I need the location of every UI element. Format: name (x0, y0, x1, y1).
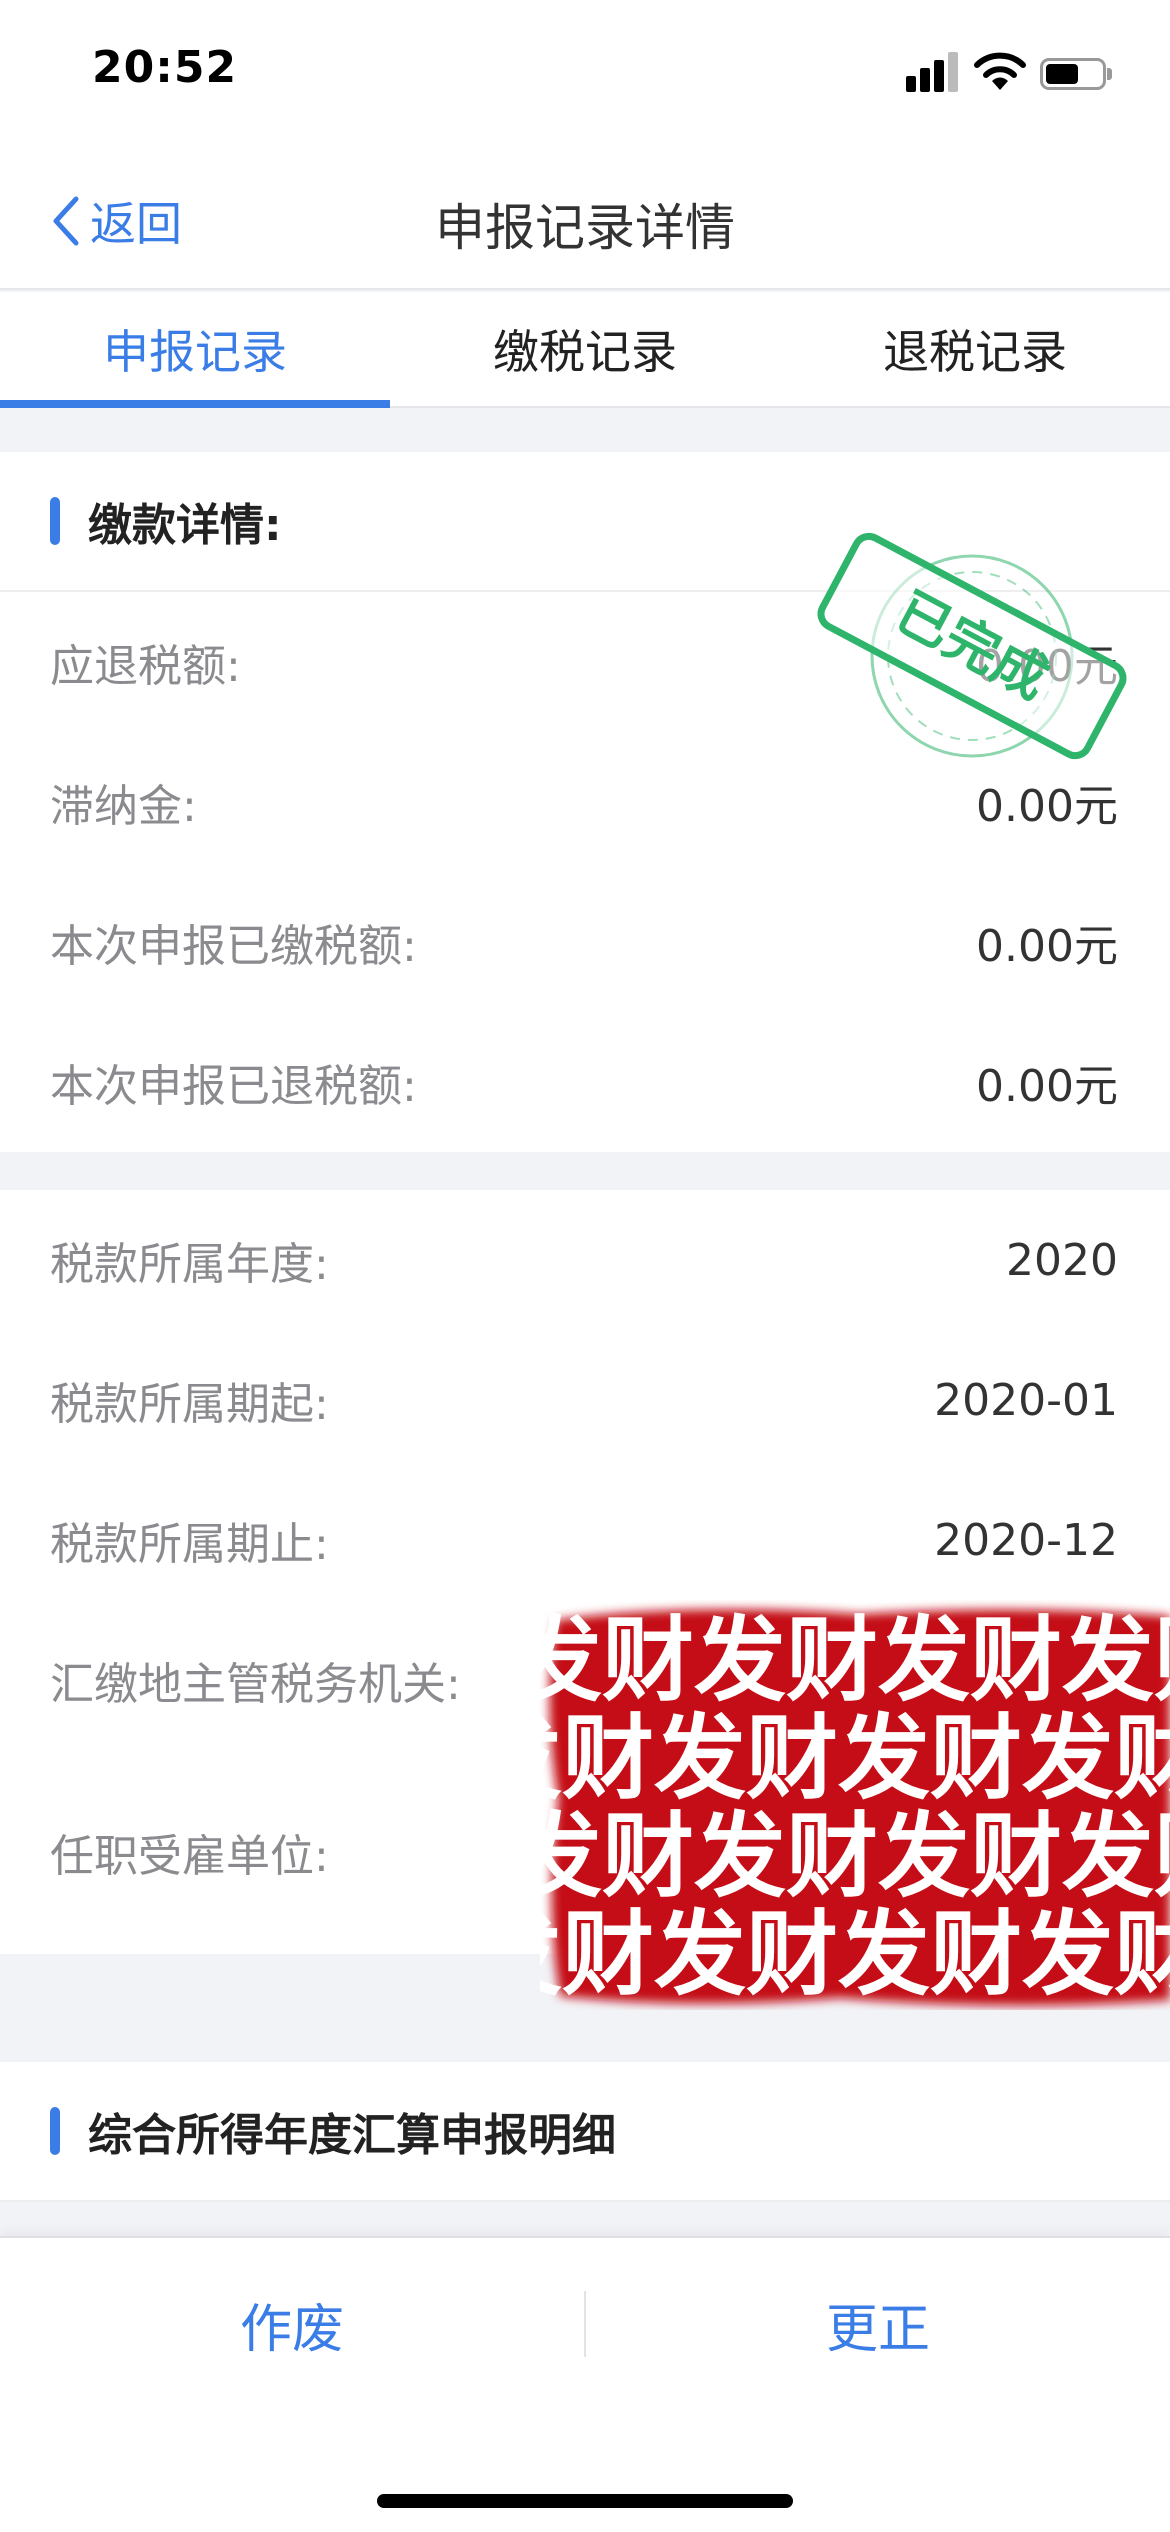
row-label: 任职受雇单位: (50, 1831, 329, 1882)
row-label: 税款所属期止: (50, 1519, 329, 1570)
info-row: 税款所属期起: 2020-01 (0, 1330, 1170, 1470)
wifi-icon (974, 52, 1026, 90)
payment-details-section: 缴款详情: 应退税额: 0.00元 滞纳金: 0.00元 本次申报已缴税额: 0… (0, 452, 1170, 1152)
info-row: 滞纳金: 0.00元 (0, 732, 1170, 872)
section-marker (50, 497, 60, 545)
row-label: 税款所属年度: (50, 1239, 329, 1290)
section-title: 缴款详情: (88, 500, 282, 551)
section-marker (50, 2107, 60, 2155)
nav-bar: 返回 申报记录详情 (0, 150, 1170, 290)
row-label: 本次申报已退税额: (50, 1061, 417, 1112)
correct-button[interactable]: 更正 (586, 2287, 1170, 2362)
info-row: 本次申报已缴税额: 0.00元 (0, 872, 1170, 1012)
row-value: 2020-12 (934, 1514, 1118, 1566)
cellular-signal-icon (906, 52, 962, 92)
row-value: 0.00元 (976, 781, 1118, 832)
row-label: 汇缴地主管税务机关: (50, 1659, 461, 1710)
section-title: 综合所得年度汇算申报明细 (88, 2110, 616, 2161)
tax-period-section: 税款所属年度: 2020 税款所属期起: 2020-01 税款所属期止: 202… (0, 1190, 1170, 1954)
bottom-action-bar: 作废 更正 (0, 2236, 1170, 2532)
row-label: 滞纳金: (50, 781, 197, 832)
info-row: 本次申报已退税额: 0.00元 (0, 1012, 1170, 1152)
row-value: 0.00元 (976, 921, 1118, 972)
row-label: 税款所属期起: (50, 1379, 329, 1430)
section-header[interactable]: 综合所得年度汇算申报明细 (0, 2062, 1170, 2202)
info-row: 应退税额: 0.00元 (0, 592, 1170, 732)
battery-icon (1040, 58, 1112, 90)
tab-declaration-record[interactable]: 申报记录 (0, 292, 390, 408)
status-bar: 20:52 (0, 0, 1170, 150)
row-value: 0.00元 (976, 641, 1118, 692)
page-title: 申报记录详情 (435, 199, 735, 257)
info-row: 任职受雇单位: (0, 1750, 1170, 1954)
annual-detail-section: 综合所得年度汇算申报明细 (0, 2062, 1170, 2202)
status-time: 20:52 (92, 42, 238, 93)
section-header: 缴款详情: (0, 452, 1170, 592)
info-row: 税款所属期止: 2020-12 (0, 1470, 1170, 1610)
home-indicator[interactable] (377, 2494, 793, 2508)
info-row: 税款所属年度: 2020 (0, 1190, 1170, 1330)
tab-bar: 申报记录 缴税记录 退税记录 (0, 292, 1170, 408)
row-value: 0.00元 (976, 1061, 1118, 1112)
void-button[interactable]: 作废 (0, 2287, 584, 2362)
row-value: 2020-01 (934, 1374, 1118, 1426)
row-value: 2020 (1006, 1234, 1118, 1286)
tab-refund-record[interactable]: 退税记录 (780, 292, 1170, 406)
row-label: 应退税额: (50, 641, 241, 692)
tab-payment-record[interactable]: 缴税记录 (390, 292, 780, 406)
row-label: 本次申报已缴税额: (50, 921, 417, 972)
info-row: 汇缴地主管税务机关: (0, 1610, 1170, 1750)
